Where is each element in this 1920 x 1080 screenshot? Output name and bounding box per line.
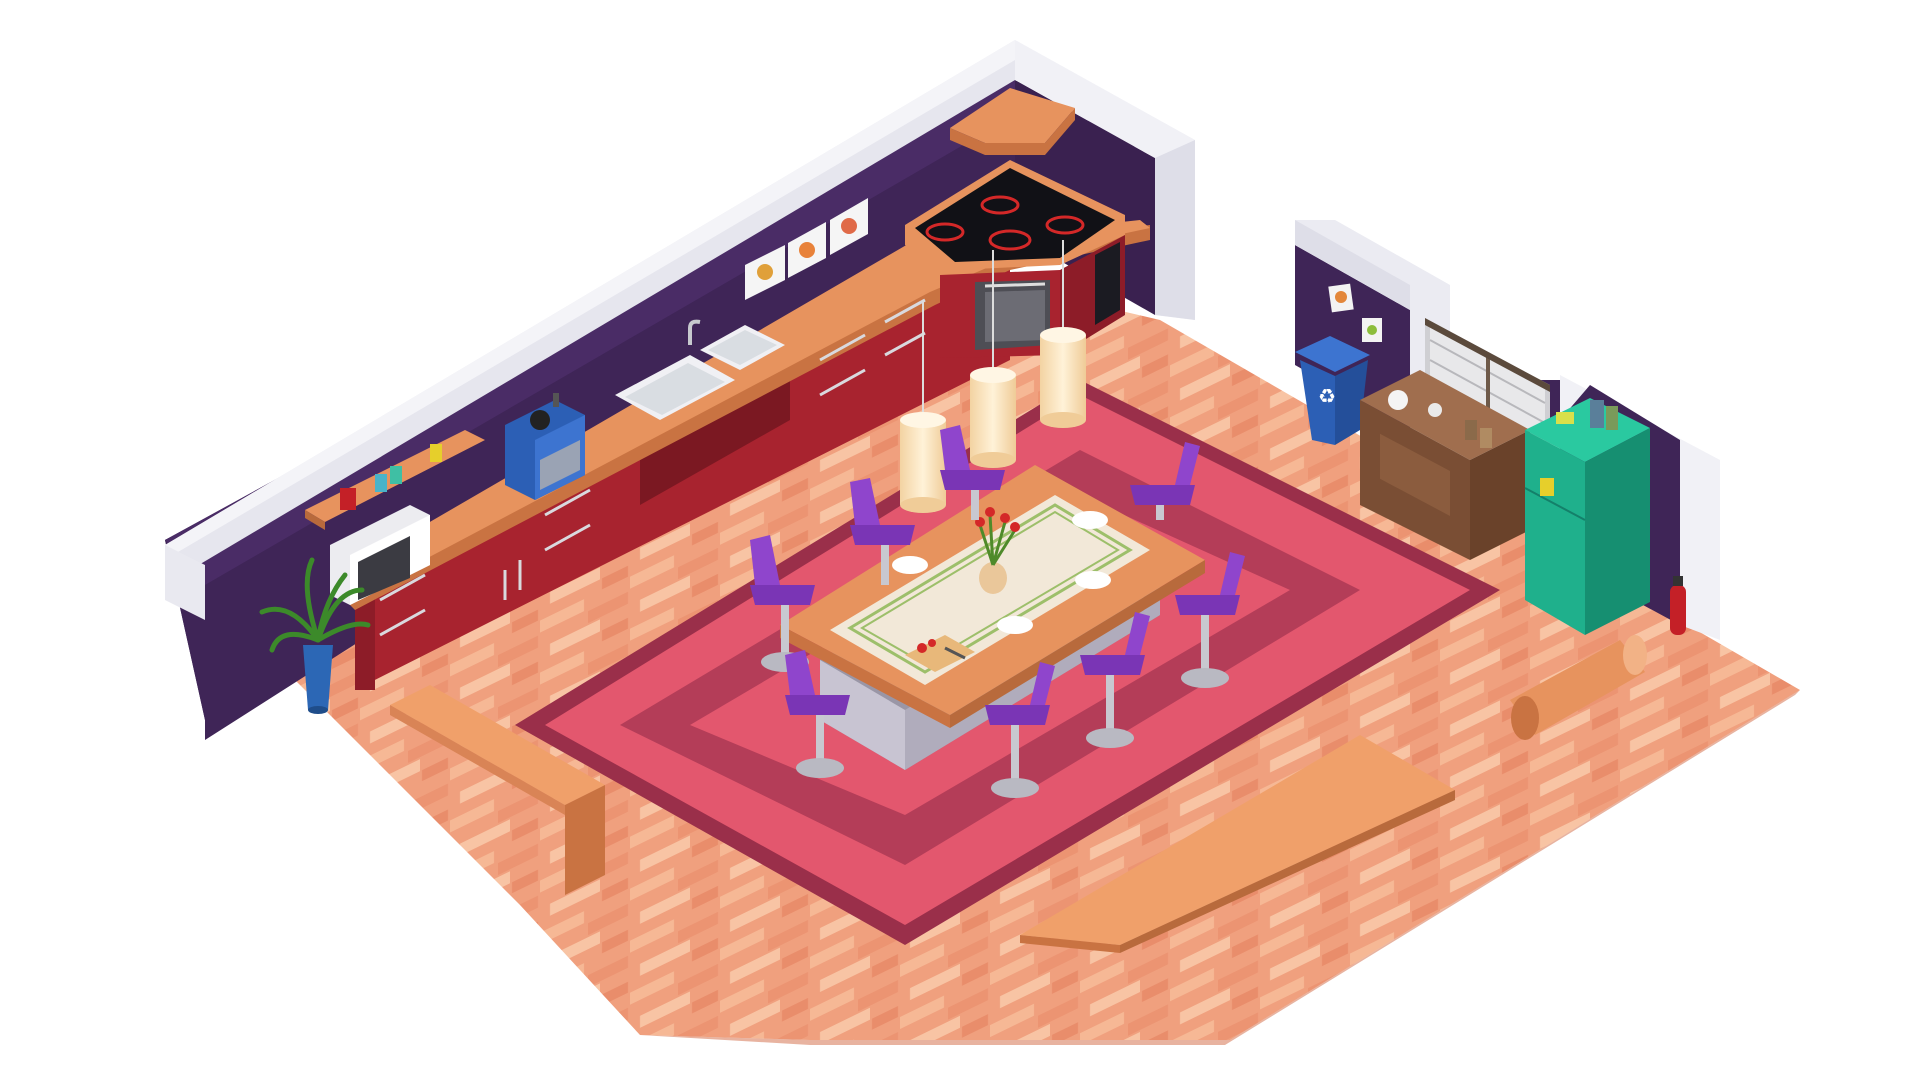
refrigerator [1524,398,1650,635]
isometric-kitchen-scene: ♻ [0,0,1920,1080]
pendant-lamp [1040,327,1086,428]
kitchen-illustration: ♻ [165,40,1800,1045]
pendant-lamp [900,412,946,513]
pendant-lamp [970,367,1016,468]
recycle-icon: ♻ [1318,384,1336,408]
